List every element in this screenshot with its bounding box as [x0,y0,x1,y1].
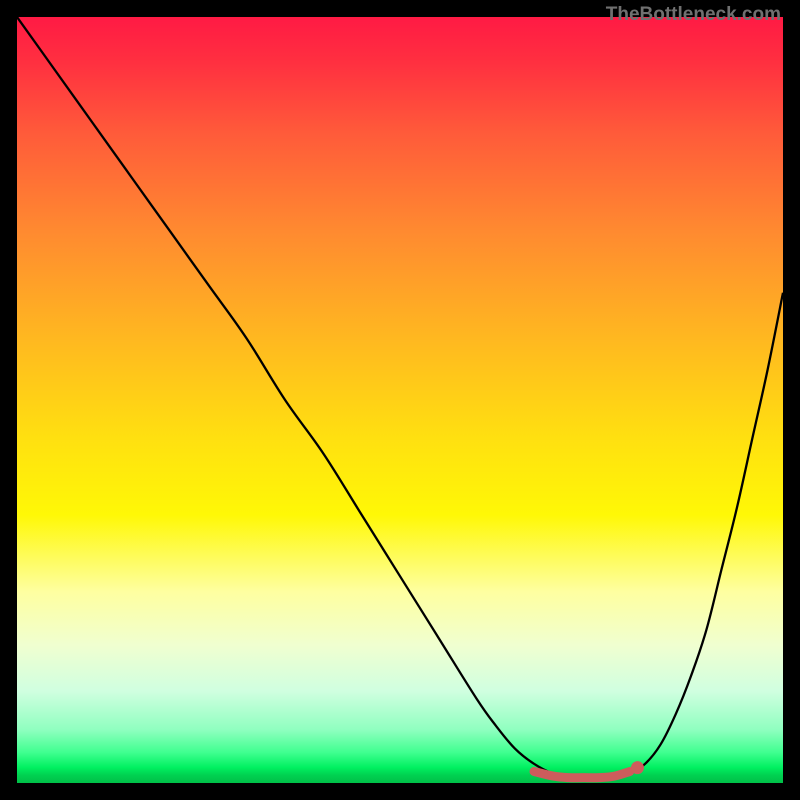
plot-area [17,17,783,783]
chart-svg [17,17,783,783]
attribution-text: TheBottleneck.com [606,4,781,26]
plateau-marker [534,772,630,778]
chart-container: TheBottleneck.com [0,0,800,800]
bottleneck-curve [17,17,783,779]
marker-dot [631,761,644,774]
